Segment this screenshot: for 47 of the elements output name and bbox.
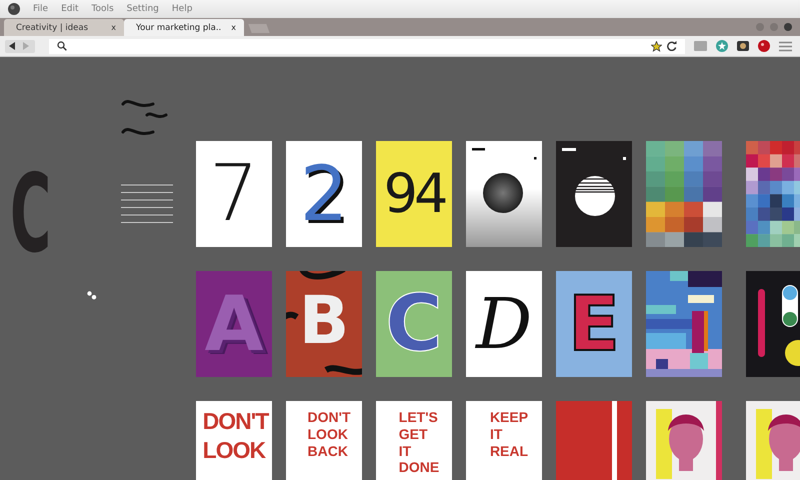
record-icon[interactable] — [758, 40, 770, 52]
back-forward-buttons[interactable] — [5, 40, 35, 52]
poster-slogan: LET'S GET IT DONE — [398, 409, 440, 476]
star-badge-icon[interactable] — [716, 40, 728, 52]
tab-title: Creativity | ideas — [16, 22, 90, 32]
app-logo-icon — [7, 2, 21, 16]
lines-drawing — [121, 184, 173, 224]
poster-slogan: KEEP IT REAL — [488, 409, 528, 460]
poster-numeral: 2 — [300, 156, 348, 232]
wave-line — [299, 271, 346, 280]
poster[interactable]: B — [286, 271, 362, 377]
poster-letter: E — [568, 286, 620, 362]
menu-item[interactable]: File — [33, 4, 48, 14]
poster-letter: C — [385, 285, 443, 363]
poster-letter: D — [476, 289, 532, 359]
poster[interactable]: 7 — [196, 141, 272, 247]
search-icon — [57, 41, 67, 51]
poster[interactable]: D — [466, 271, 542, 377]
menu-item[interactable]: Tools — [92, 4, 114, 14]
poster-numeral: 94 — [384, 167, 444, 221]
star-icon[interactable] — [651, 40, 662, 52]
browser-tab[interactable]: Your marketing pla.. x — [124, 19, 244, 36]
reload-icon[interactable] — [667, 41, 677, 51]
poster-numeral: 7 — [209, 155, 259, 233]
poster[interactable]: C — [376, 271, 452, 377]
poster-slogan: DON'T LOOK — [202, 407, 268, 464]
poster[interactable]: DON'T LOOK — [196, 401, 272, 480]
wave-line — [324, 365, 362, 375]
menu-icon[interactable] — [779, 40, 792, 52]
poster-letter: B — [298, 288, 350, 354]
poster[interactable]: 94 — [376, 141, 452, 247]
poster[interactable]: 2 — [286, 141, 362, 247]
menu-item[interactable]: Help — [172, 4, 192, 14]
dots-icon — [87, 291, 97, 300]
poster[interactable]: KEEP IT REAL — [466, 401, 542, 480]
menu-item[interactable]: Setting — [126, 4, 159, 14]
tab-close-button[interactable]: x — [231, 23, 236, 32]
poster[interactable]: LET'S GET IT DONE — [376, 401, 452, 480]
wave-line — [286, 312, 299, 320]
poster-slogan: DON'T LOOK BACK — [306, 409, 350, 460]
menu-item[interactable]: Edit — [61, 4, 78, 14]
display-letter: C — [10, 161, 52, 269]
camera-icon[interactable] — [737, 41, 749, 51]
tab-title: Your marketing pla.. — [136, 22, 222, 32]
tab-close-button[interactable]: x — [111, 23, 116, 32]
browser-tab[interactable]: Creativity | ideas x — [4, 19, 124, 36]
poster[interactable]: DON'T LOOK BACK — [286, 401, 362, 480]
